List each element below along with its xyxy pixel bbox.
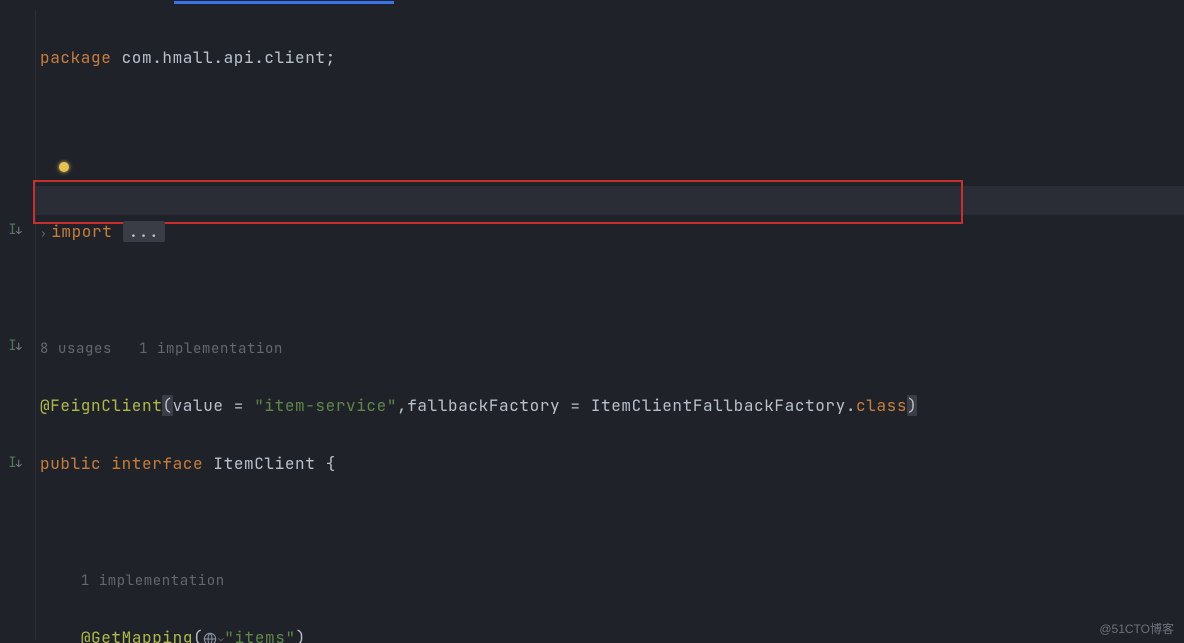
folded-region[interactable]: ... xyxy=(123,221,166,242)
watermark: @51CTO博客 xyxy=(1099,620,1174,637)
code-line[interactable]: public interface ItemClient { xyxy=(40,449,917,478)
implements-gutter-icon[interactable]: I↓ xyxy=(6,454,24,472)
inlay-usages-hint[interactable]: 8 usages 1 implementation xyxy=(40,340,283,358)
code-line[interactable]: package com.hmall.api.client; xyxy=(40,43,917,72)
code-area[interactable]: package com.hmall.api.client; ›import ..… xyxy=(40,14,917,643)
code-line[interactable]: @GetMapping(⌄"items") xyxy=(40,623,917,643)
implements-gutter-icon[interactable]: I↓ xyxy=(6,337,24,355)
active-tab-indicator xyxy=(174,1,394,4)
import-fold-line[interactable]: ›import ... xyxy=(40,217,917,246)
fold-toggle-icon[interactable]: › xyxy=(40,227,47,241)
code-editor[interactable]: I↓ I↓ I↓ package com.hmall.api.client; ›… xyxy=(0,0,1184,643)
implements-gutter-icon[interactable]: I↓ xyxy=(6,221,24,239)
url-icon[interactable]: ⌄ xyxy=(203,624,224,643)
gutter: I↓ I↓ I↓ xyxy=(0,0,35,643)
code-line[interactable]: @FeignClient(value = "item-service",fall… xyxy=(40,391,917,420)
gutter-divider xyxy=(35,10,36,640)
inlay-impl-hint[interactable]: 1 implementation xyxy=(81,572,225,590)
